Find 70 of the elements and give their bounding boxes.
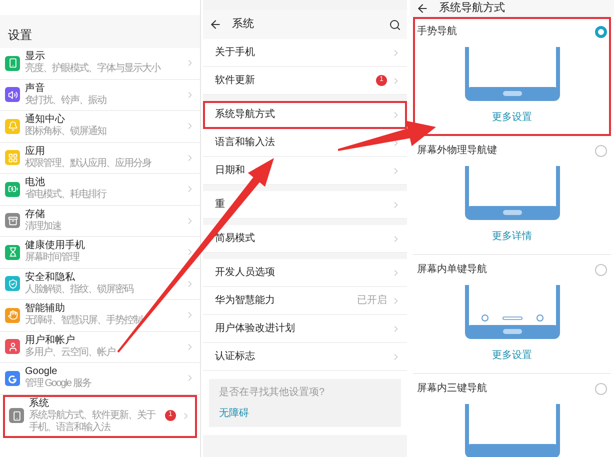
item-subtitle: 管理 Google 服务 bbox=[25, 378, 92, 390]
settings-item[interactable]: 存储 清理加速 bbox=[0, 206, 200, 237]
radio-button[interactable] bbox=[595, 144, 607, 156]
item-label: 开发人员选项 bbox=[215, 266, 276, 280]
search-icon[interactable] bbox=[389, 18, 401, 30]
item-title: 通知中心 bbox=[25, 114, 66, 126]
page-title: 系统 bbox=[232, 16, 255, 32]
item-label: 重 bbox=[215, 198, 226, 212]
item-label: 简易模式 bbox=[215, 232, 256, 246]
settings-item[interactable]: 显示 亮度、护眼模式、字体与显示大小 bbox=[0, 48, 200, 80]
item-title: 安全和隐私 bbox=[25, 272, 76, 284]
settings-item[interactable]: 应用 权限管理、默认应用、应用分身 bbox=[0, 142, 200, 174]
list-item[interactable]: 关于手机 bbox=[203, 39, 407, 67]
item-title: Google bbox=[25, 366, 58, 378]
option-label: 手势导航 bbox=[417, 24, 458, 39]
nav-option[interactable]: 屏幕内三键导航 bbox=[413, 374, 611, 457]
item-label: 语言和输入法 bbox=[215, 136, 276, 150]
settings-item[interactable]: 通知中心 图标角标、锁屏通知 bbox=[0, 111, 200, 142]
nav-option[interactable]: 屏幕内单键导航 更多设置 bbox=[413, 254, 611, 374]
option-label: 屏幕内单键导航 bbox=[417, 262, 488, 277]
option-link[interactable]: 更多设置 bbox=[492, 100, 532, 134]
item-subtitle: 屏幕时间管理 bbox=[25, 252, 80, 264]
item-title: 应用 bbox=[25, 146, 46, 158]
item-title: 存储 bbox=[25, 208, 46, 220]
item-subtitle: 亮度、护眼模式、字体与显示大小 bbox=[25, 63, 162, 76]
item-label: 关于手机 bbox=[215, 46, 256, 60]
list-item[interactable]: 认证标志 bbox=[203, 343, 407, 371]
option-link[interactable]: 更多设置 bbox=[492, 338, 532, 372]
back-icon[interactable] bbox=[209, 18, 222, 31]
item-subtitle: 图标角标、锁屏通知 bbox=[25, 126, 107, 138]
item-subtitle: 多用户、云空间、帐户 bbox=[25, 346, 116, 359]
suggestion-text: 是否在寻找其他设置项? bbox=[219, 386, 326, 400]
option-label: 屏幕外物理导航键 bbox=[417, 144, 498, 158]
item-subtitle: 免打扰、铃声、振动 bbox=[25, 94, 108, 107]
item-title: 声音 bbox=[25, 82, 46, 94]
option-link[interactable]: 更多详情 bbox=[492, 220, 532, 254]
list-item[interactable]: 华为智慧能力 已开启 bbox=[203, 287, 407, 315]
radio-button[interactable] bbox=[595, 26, 607, 38]
settings-item[interactable]: Google 管理 Google 服务 bbox=[0, 363, 200, 394]
item-value: 已开启 bbox=[357, 294, 387, 308]
item-label: 华为智慧能力 bbox=[215, 294, 276, 308]
page-title: 系统导航方式 bbox=[439, 0, 505, 16]
radio-button[interactable] bbox=[595, 382, 607, 394]
option-label: 屏幕内三键导航 bbox=[417, 382, 488, 396]
list-item[interactable]: 开发人员选项 bbox=[203, 259, 407, 287]
item-title: 健康使用手机 bbox=[25, 240, 86, 252]
back-icon[interactable] bbox=[416, 2, 429, 15]
item-subtitle: 清理加速 bbox=[25, 220, 62, 233]
item-title: 系统 bbox=[29, 398, 50, 410]
item-subtitle: 系统导航方式、软件更新、关于手机、语言和输入法 bbox=[29, 410, 156, 434]
item-label: 系统导航方式 bbox=[215, 108, 276, 122]
nav-option[interactable]: 屏幕外物理导航键 更多详情 bbox=[413, 136, 611, 254]
item-subtitle: 省电模式、耗电排行 bbox=[25, 189, 108, 202]
item-title: 用户和帐户 bbox=[25, 334, 76, 346]
item-subtitle: 人脸解锁、指纹、锁屏密码 bbox=[25, 284, 134, 296]
item-label: 用户体验改进计划 bbox=[215, 322, 296, 336]
item-title: 电池 bbox=[25, 177, 46, 188]
nav-option[interactable]: 手势导航 更多设置 bbox=[413, 16, 611, 136]
item-label: 日期和 bbox=[215, 164, 246, 178]
list-item[interactable]: 用户体验改进计划 bbox=[203, 315, 407, 343]
item-label: 认证标志 bbox=[215, 350, 256, 364]
item-title: 显示 bbox=[25, 51, 46, 62]
list-item[interactable]: 系统导航方式 bbox=[203, 101, 407, 129]
item-subtitle: 权限管理、默认应用、应用分身 bbox=[25, 158, 152, 170]
item-label: 软件更新 bbox=[215, 74, 256, 88]
settings-item[interactable]: 声音 免打扰、铃声、振动 bbox=[0, 80, 200, 111]
radio-button[interactable] bbox=[595, 264, 607, 276]
page-title: 设置 bbox=[8, 27, 32, 44]
settings-item[interactable]: 电池 省电模式、耗电排行 bbox=[0, 174, 200, 206]
item-title: 智能辅助 bbox=[25, 303, 66, 314]
